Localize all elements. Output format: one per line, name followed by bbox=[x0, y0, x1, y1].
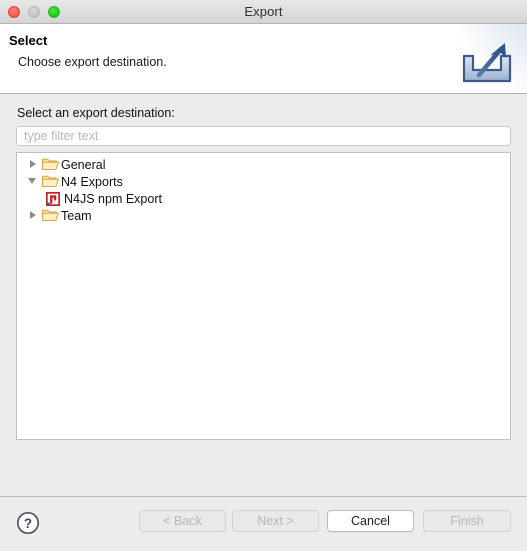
tree-item-label: N4 Exports bbox=[61, 174, 123, 189]
chevron-down-icon[interactable] bbox=[27, 173, 42, 190]
dialog-button-bar: ? < Back Next > Cancel Finish bbox=[0, 496, 527, 551]
folder-icon bbox=[42, 208, 59, 223]
tree-items-container: General N4 Exports N4JS npm Export Team bbox=[17, 153, 510, 224]
export-wizard-icon bbox=[457, 32, 517, 87]
close-button[interactable] bbox=[8, 5, 20, 18]
folder-icon bbox=[42, 174, 59, 189]
tree-item-n4js-npm-export[interactable]: N4JS npm Export bbox=[17, 190, 510, 207]
page-subtitle: Choose export destination. bbox=[18, 55, 167, 69]
back-button[interactable]: < Back bbox=[139, 510, 226, 532]
folder-icon bbox=[42, 157, 59, 172]
window-titlebar: Export bbox=[0, 0, 527, 24]
tree-item-team[interactable]: Team bbox=[17, 207, 510, 224]
window-title: Export bbox=[244, 4, 283, 19]
export-dialog: Export Select Choose export destination. bbox=[0, 0, 527, 551]
wizard-body: Select an export destination: General bbox=[0, 94, 527, 496]
export-destination-tree[interactable]: General N4 Exports N4JS npm Export Team bbox=[16, 152, 511, 440]
tree-item-label: N4JS npm Export bbox=[64, 191, 162, 206]
tree-item-label: Team bbox=[61, 208, 92, 223]
wizard-header: Select Choose export destination. bbox=[0, 24, 527, 94]
chevron-right-icon[interactable] bbox=[27, 207, 42, 224]
next-button[interactable]: Next > bbox=[232, 510, 319, 532]
tree-item-general[interactable]: General bbox=[17, 156, 510, 173]
zoom-button[interactable] bbox=[48, 5, 60, 18]
finish-button[interactable]: Finish bbox=[423, 510, 511, 532]
svg-text:?: ? bbox=[24, 516, 32, 531]
destination-label: Select an export destination: bbox=[17, 106, 175, 120]
destination-selector: Select an export destination: General bbox=[0, 94, 527, 496]
tree-item-label: General bbox=[61, 157, 106, 172]
page-title: Select bbox=[9, 33, 48, 48]
help-icon[interactable]: ? bbox=[16, 511, 40, 535]
filter-input[interactable] bbox=[16, 126, 511, 146]
tree-item-n4-exports[interactable]: N4 Exports bbox=[17, 173, 510, 190]
minimize-button[interactable] bbox=[28, 5, 40, 18]
cancel-button[interactable]: Cancel bbox=[327, 510, 414, 532]
window-controls bbox=[8, 0, 60, 23]
chevron-right-icon[interactable] bbox=[27, 156, 42, 173]
npm-icon bbox=[45, 190, 61, 207]
